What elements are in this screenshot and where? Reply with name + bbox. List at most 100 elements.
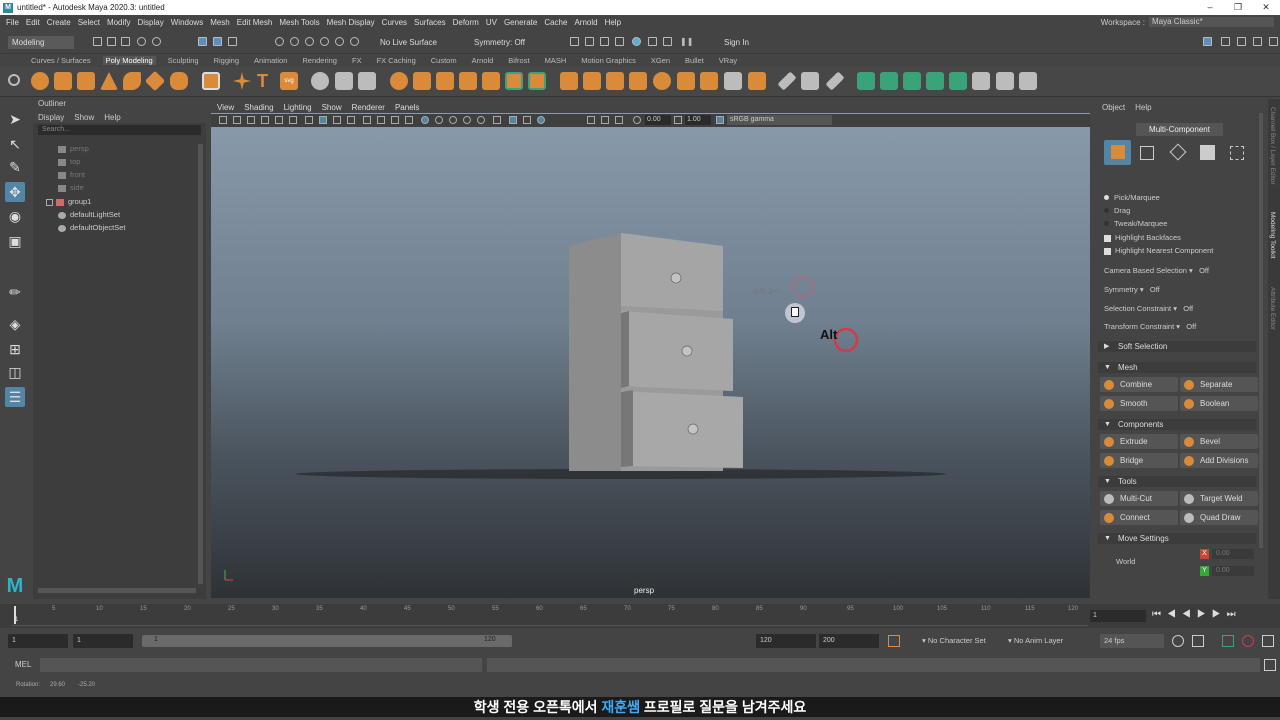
- ncloth-icon[interactable]: [335, 72, 353, 90]
- transform-constraint-setting[interactable]: Transform Constraint ▾ Off: [1104, 322, 1196, 331]
- shelf-tab-fx[interactable]: FX: [349, 56, 365, 65]
- menu-curves[interactable]: Curves: [382, 18, 407, 27]
- vertex-mode-icon[interactable]: [1140, 146, 1154, 160]
- toolkit-menu-object[interactable]: Object: [1102, 103, 1125, 112]
- ipr-render-icon[interactable]: [600, 37, 609, 46]
- gate-mask-icon[interactable]: [363, 116, 371, 124]
- outliner-item-top[interactable]: top: [58, 156, 80, 168]
- modeling-toolkit-tab[interactable]: Modeling Toolkit: [1269, 212, 1276, 259]
- viewport-menu-panels[interactable]: Panels: [395, 103, 419, 112]
- uv-icon[interactable]: [358, 72, 376, 90]
- shelf-tab-bifrost[interactable]: Bifrost: [505, 56, 532, 65]
- bridge-edge-icon[interactable]: [629, 72, 647, 90]
- mash-icon[interactable]: [311, 72, 329, 90]
- menu-modify[interactable]: Modify: [107, 18, 131, 27]
- character-set-dropdown[interactable]: ▾ No Character Set: [922, 636, 986, 645]
- collapse-icon[interactable]: [653, 72, 671, 90]
- object-mode-button[interactable]: [1104, 140, 1131, 165]
- chamfer-icon[interactable]: [748, 72, 766, 90]
- menu-create[interactable]: Create: [47, 18, 71, 27]
- menu-display[interactable]: Display: [138, 18, 164, 27]
- menu-edit-mesh[interactable]: Edit Mesh: [237, 18, 273, 27]
- outliner-h-scrollbar[interactable]: [38, 588, 196, 593]
- open-scene-icon[interactable]: [107, 37, 116, 46]
- pause-icon[interactable]: ❚❚: [680, 37, 693, 46]
- extrude-shelf-icon[interactable]: [505, 72, 523, 90]
- components-section[interactable]: ▼ Components: [1098, 419, 1256, 430]
- close-button[interactable]: ✕: [1252, 0, 1280, 15]
- highlight-nearest-checkbox[interactable]: Highlight Nearest Component: [1104, 246, 1213, 255]
- grease-pencil-icon[interactable]: [305, 116, 313, 124]
- snap-point-icon[interactable]: [305, 37, 314, 46]
- poly-sphere-icon[interactable]: [31, 72, 49, 90]
- select-component-icon[interactable]: [228, 37, 237, 46]
- smooth-shade-icon[interactable]: [435, 116, 443, 124]
- bookmark-icon[interactable]: [261, 116, 269, 124]
- quad-draw-button[interactable]: Quad Draw: [1180, 510, 1258, 525]
- multi-cut-button[interactable]: Multi-Cut: [1100, 491, 1178, 506]
- mesh-section[interactable]: ▼ Mesh: [1098, 362, 1256, 373]
- wedge-icon[interactable]: [724, 72, 742, 90]
- extrude-button[interactable]: Extrude: [1100, 434, 1178, 449]
- new-scene-icon[interactable]: [93, 37, 102, 46]
- shelf-tab-xgen[interactable]: XGen: [648, 56, 673, 65]
- uv-auto-icon[interactable]: [880, 72, 898, 90]
- sound-icon[interactable]: [1192, 635, 1204, 647]
- snap-view-icon[interactable]: [320, 37, 329, 46]
- outliner-item-default-object-set[interactable]: defaultObjectSet: [58, 222, 125, 234]
- shelf-tab-rendering[interactable]: Rendering: [299, 56, 340, 65]
- symmetry-setting[interactable]: Symmetry ▾ Off: [1104, 285, 1160, 294]
- poly-cone-icon[interactable]: [100, 72, 118, 90]
- shelf-tab-vray[interactable]: VRay: [716, 56, 740, 65]
- multi-component-button[interactable]: Multi-Component: [1136, 123, 1223, 136]
- minimize-button[interactable]: –: [1196, 0, 1224, 15]
- drag-option[interactable]: Drag: [1104, 206, 1130, 215]
- bridge-button[interactable]: Bridge: [1100, 453, 1178, 468]
- color-management-icon[interactable]: [716, 116, 724, 124]
- fill-hole-icon[interactable]: [583, 72, 601, 90]
- menu-windows[interactable]: Windows: [171, 18, 203, 27]
- toolkit-menu-help[interactable]: Help: [1135, 103, 1151, 112]
- menu-uv[interactable]: UV: [486, 18, 497, 27]
- viewport-menu-lighting[interactable]: Lighting: [284, 103, 312, 112]
- attribute-editor-tab[interactable]: Attribute Editor: [1269, 287, 1276, 330]
- edge-loop-icon[interactable]: [801, 72, 819, 90]
- lasso-tool-icon[interactable]: ↖: [5, 134, 25, 154]
- highlight-backfaces-checkbox[interactable]: Highlight Backfaces: [1104, 233, 1181, 242]
- arnold-render-icon[interactable]: [663, 37, 672, 46]
- playback-controls[interactable]: ⏮◀◀▶▶⏭: [1152, 609, 1242, 620]
- boolean-button[interactable]: Boolean: [1180, 396, 1258, 411]
- separate-button[interactable]: Separate: [1180, 377, 1258, 392]
- wireframe-icon[interactable]: [421, 116, 429, 124]
- grid-toggle-icon[interactable]: [319, 116, 327, 124]
- target-weld-icon[interactable]: [825, 71, 845, 91]
- textured-icon[interactable]: [463, 116, 471, 124]
- selection-constraint-setting[interactable]: Selection Constraint ▾ Off: [1104, 304, 1193, 313]
- field-chart-icon[interactable]: [377, 116, 385, 124]
- playhead[interactable]: [14, 606, 16, 624]
- uv-transfer-icon[interactable]: [996, 72, 1014, 90]
- pick-marquee-option[interactable]: Pick/Marquee: [1104, 193, 1160, 202]
- motion-blur-icon[interactable]: [601, 116, 609, 124]
- safe-action-icon[interactable]: [391, 116, 399, 124]
- anim-layer-dropdown[interactable]: ▾ No Anim Layer: [1008, 636, 1063, 645]
- playback-end-field[interactable]: 120: [756, 634, 816, 648]
- channel-box-toggle-icon[interactable]: [1253, 37, 1262, 46]
- image-plane-icon[interactable]: [275, 116, 283, 124]
- ambient-occlusion-icon[interactable]: [587, 116, 595, 124]
- outliner-item-default-light-set[interactable]: defaultLightSet: [58, 209, 120, 221]
- outliner-menu-show[interactable]: Show: [74, 113, 94, 122]
- hypershade-icon[interactable]: [632, 37, 641, 46]
- target-weld-button[interactable]: Target Weld: [1180, 491, 1258, 506]
- mel-label[interactable]: MEL: [15, 660, 31, 669]
- super-shape-icon[interactable]: [233, 72, 251, 90]
- toolkit-toggle-icon[interactable]: [1221, 37, 1230, 46]
- live-surface-field[interactable]: No Live Surface: [376, 36, 448, 49]
- outliner-item-side[interactable]: side: [58, 182, 84, 194]
- channel-box-tab[interactable]: Channel Box / Layer Editor: [1269, 107, 1276, 185]
- platonic-solid-icon[interactable]: [202, 72, 220, 90]
- two-view-layout-icon[interactable]: ◫: [5, 362, 25, 382]
- animation-end-field[interactable]: 200: [819, 634, 879, 648]
- soft-selection-section[interactable]: ▶ Soft Selection: [1098, 341, 1256, 352]
- safe-title-icon[interactable]: [405, 116, 413, 124]
